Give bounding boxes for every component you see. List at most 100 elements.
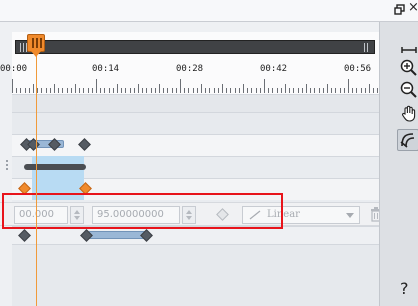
ruler-tick bbox=[196, 88, 198, 93]
ruler-tick bbox=[58, 88, 60, 93]
ruler-tick bbox=[201, 84, 202, 93]
ruler-tick bbox=[150, 88, 152, 93]
ruler-tick bbox=[121, 88, 123, 93]
playhead-pointer bbox=[31, 51, 41, 57]
ruler-tick bbox=[75, 84, 76, 93]
ruler-tick bbox=[259, 88, 261, 93]
ruler-tick bbox=[37, 88, 39, 93]
close-icon[interactable]: × bbox=[408, 1, 418, 14]
ruler-tick bbox=[238, 88, 240, 93]
ruler-tick bbox=[41, 88, 43, 93]
ruler-tick bbox=[133, 88, 135, 93]
time-label: 00:14 bbox=[92, 64, 120, 74]
ruler-tick bbox=[45, 88, 47, 93]
ruler-tick bbox=[54, 84, 55, 93]
ruler-tick bbox=[343, 88, 345, 93]
time-ruler[interactable]: 00:00 00:14 00:28 00:42 00:56 bbox=[0, 32, 379, 94]
ruler-tick bbox=[163, 88, 165, 93]
ruler-tick bbox=[310, 88, 312, 93]
ruler-tick bbox=[138, 84, 139, 93]
ruler-tick bbox=[234, 88, 236, 93]
ruler-tick bbox=[339, 88, 341, 93]
ruler-ticks bbox=[12, 77, 379, 93]
ruler-tick bbox=[247, 88, 249, 93]
zoom-in-icon[interactable] bbox=[399, 58, 418, 78]
fit-width-icon[interactable] bbox=[399, 38, 418, 58]
ruler-tick bbox=[373, 88, 375, 93]
ruler-tick bbox=[167, 88, 169, 93]
ruler-tick bbox=[264, 79, 265, 93]
ruler-tick bbox=[217, 88, 219, 93]
ruler-tick bbox=[335, 88, 337, 93]
ruler-tick bbox=[318, 88, 320, 93]
ruler-tick bbox=[327, 84, 328, 93]
ruler-tick bbox=[49, 88, 51, 93]
ruler-tick bbox=[154, 88, 156, 93]
panel-splitter[interactable] bbox=[6, 160, 9, 174]
time-label: 00:42 bbox=[260, 64, 288, 74]
ruler-tick bbox=[100, 88, 102, 93]
ruler-tick bbox=[142, 88, 144, 93]
ruler-tick bbox=[205, 88, 207, 93]
ruler-tick bbox=[306, 84, 307, 93]
panel-title-bar: × bbox=[0, 0, 418, 22]
ruler-tick bbox=[70, 88, 72, 93]
ruler-tick bbox=[20, 88, 22, 93]
timeline-scrollbar[interactable] bbox=[15, 40, 375, 54]
clip-bar[interactable] bbox=[24, 164, 86, 170]
restore-icon[interactable] bbox=[394, 4, 405, 18]
track-row bbox=[12, 94, 379, 112]
help-button[interactable]: ? bbox=[400, 280, 409, 298]
ruler-tick bbox=[184, 88, 186, 93]
ruler-tick bbox=[289, 88, 291, 93]
ruler-tick bbox=[243, 84, 244, 93]
time-label: 00:56 bbox=[344, 64, 372, 74]
keyframe-segment[interactable] bbox=[88, 231, 146, 239]
ruler-tick bbox=[175, 88, 177, 93]
ruler-tick bbox=[87, 88, 89, 93]
ruler-tick bbox=[96, 79, 97, 93]
ruler-tick bbox=[255, 88, 257, 93]
chevron-down-icon bbox=[346, 213, 354, 218]
ruler-tick bbox=[209, 88, 211, 93]
pan-hand-icon[interactable] bbox=[399, 104, 418, 124]
ruler-tick bbox=[104, 88, 106, 93]
ruler-tick bbox=[314, 88, 316, 93]
ruler-tick bbox=[297, 88, 299, 93]
ruler-tick bbox=[222, 84, 223, 93]
ruler-tick bbox=[24, 88, 26, 93]
ruler-tick bbox=[360, 88, 362, 93]
ruler-tick bbox=[79, 88, 81, 93]
ruler-tick bbox=[369, 84, 370, 93]
keyframe-timeline-panel: × 00:00 00:14 00:28 00:42 00:56 95.00000… bbox=[0, 0, 418, 306]
ruler-tick bbox=[83, 88, 85, 93]
ruler-tick bbox=[356, 88, 358, 93]
ruler-tick bbox=[62, 88, 64, 93]
ruler-tick bbox=[331, 88, 333, 93]
ruler-tick bbox=[129, 88, 131, 93]
ruler-tick bbox=[188, 88, 190, 93]
playhead-line bbox=[36, 45, 37, 306]
time-label: 00:00 bbox=[0, 64, 28, 74]
playhead-handle[interactable] bbox=[27, 34, 45, 52]
scrollbar-right-grip[interactable] bbox=[362, 43, 372, 52]
ruler-tick bbox=[117, 84, 118, 93]
ruler-tick bbox=[12, 79, 13, 93]
zoom-out-icon[interactable] bbox=[399, 80, 418, 100]
ruler-tick bbox=[285, 84, 286, 93]
track-row bbox=[12, 112, 379, 134]
ruler-tick bbox=[192, 88, 194, 93]
ruler-tick bbox=[280, 88, 282, 93]
ruler-tick bbox=[28, 88, 30, 93]
keyframe-tool-icon[interactable] bbox=[397, 129, 418, 151]
ruler-tick bbox=[364, 88, 366, 93]
ruler-tick bbox=[268, 88, 270, 93]
ruler-tick bbox=[108, 88, 110, 93]
ruler-tick bbox=[91, 88, 93, 93]
ruler-tick bbox=[159, 84, 160, 93]
track-row[interactable] bbox=[12, 134, 379, 156]
ruler-tick bbox=[293, 88, 295, 93]
ruler-tick bbox=[251, 88, 253, 93]
selection-highlight-box bbox=[2, 193, 283, 229]
ruler-tick bbox=[213, 88, 215, 93]
